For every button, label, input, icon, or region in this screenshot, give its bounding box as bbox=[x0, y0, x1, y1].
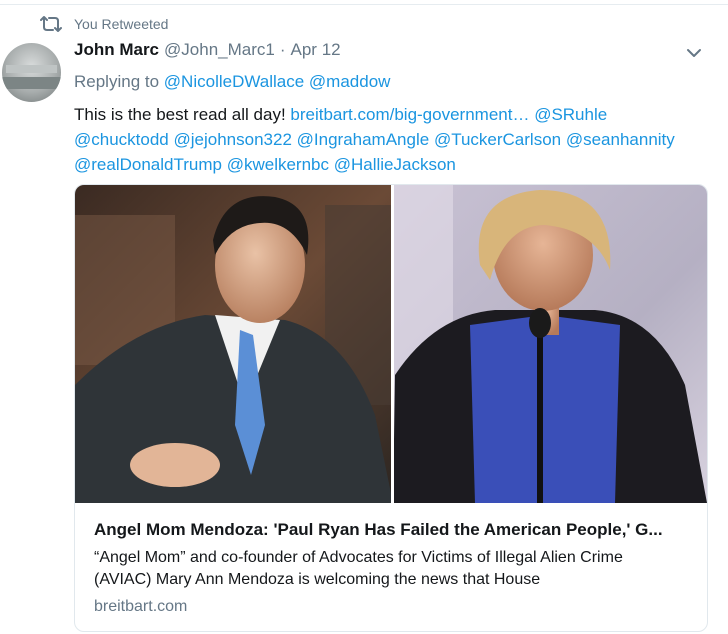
link-card[interactable]: Angel Mom Mendoza: 'Paul Ryan Has Failed… bbox=[74, 184, 708, 632]
retweet-context: You Retweeted bbox=[40, 14, 168, 34]
top-divider bbox=[0, 4, 728, 5]
retweet-label: You Retweeted bbox=[74, 16, 169, 32]
mention-link[interactable]: @IngrahamAngle bbox=[297, 130, 430, 149]
avatar-detail bbox=[6, 65, 57, 73]
tweet-header: John Marc @John_Marc1 · Apr 12 bbox=[74, 40, 341, 60]
avatar-detail bbox=[2, 77, 61, 89]
tweet-text: This is the best read all day! breitbart… bbox=[74, 102, 714, 177]
avatar[interactable] bbox=[2, 43, 61, 102]
tweet-plain-text: This is the best read all day! bbox=[74, 105, 286, 124]
card-title[interactable]: Angel Mom Mendoza: 'Paul Ryan Has Failed… bbox=[94, 520, 663, 540]
mention-link[interactable]: @seanhannity bbox=[566, 130, 675, 149]
mention-link[interactable]: @HallieJackson bbox=[334, 155, 456, 174]
mention-link[interactable]: @TuckerCarlson bbox=[434, 130, 561, 149]
mention-link[interactable]: @chucktodd bbox=[74, 130, 169, 149]
chevron-down-icon[interactable] bbox=[683, 44, 705, 62]
card-domain: breitbart.com bbox=[94, 598, 188, 615]
mention-link[interactable]: @jejohnson322 bbox=[174, 130, 292, 149]
mention-link[interactable]: @NicolleDWallace bbox=[164, 72, 304, 91]
mention-link[interactable]: @kwelkernbc bbox=[227, 155, 329, 174]
mention-link[interactable]: @SRuhle bbox=[534, 105, 607, 124]
article-link[interactable]: breitbart.com/big-government… bbox=[290, 105, 529, 124]
mention-link[interactable]: @realDonaldTrump bbox=[74, 155, 222, 174]
author-name[interactable]: John Marc bbox=[74, 40, 159, 60]
replying-to: Replying to @NicolleDWallace @maddow bbox=[74, 72, 390, 92]
retweet-icon bbox=[40, 16, 62, 32]
tweet-line: This is the best read all day! breitbart… bbox=[74, 102, 714, 127]
replying-to-label: Replying to bbox=[74, 72, 160, 91]
header-separator: · bbox=[279, 40, 286, 59]
tweet-line: @chucktodd @jejohnson322 @IngrahamAngle … bbox=[74, 127, 714, 152]
tweet-line: @realDonaldTrump @kwelkernbc @HallieJack… bbox=[74, 152, 714, 177]
card-image bbox=[75, 185, 707, 503]
tweet-date[interactable]: Apr 12 bbox=[291, 40, 341, 60]
card-description: “Angel Mom” and co-founder of Advocates … bbox=[94, 549, 623, 588]
author-handle[interactable]: @John_Marc1 bbox=[164, 40, 275, 60]
mention-link[interactable]: @maddow bbox=[309, 72, 391, 91]
